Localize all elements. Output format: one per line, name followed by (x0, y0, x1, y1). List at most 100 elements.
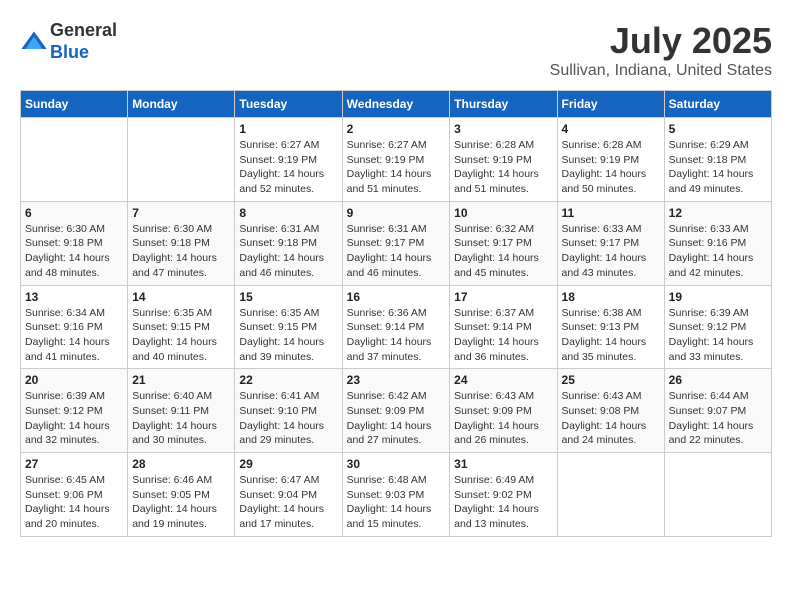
day-info: Sunrise: 6:28 AM Sunset: 9:19 PM Dayligh… (562, 138, 660, 197)
day-info: Sunrise: 6:47 AM Sunset: 9:04 PM Dayligh… (239, 473, 337, 532)
day-number: 26 (669, 373, 767, 387)
day-number: 20 (25, 373, 123, 387)
calendar-cell: 27Sunrise: 6:45 AM Sunset: 9:06 PM Dayli… (21, 453, 128, 537)
day-number: 7 (132, 206, 230, 220)
day-of-week-header: Sunday (21, 91, 128, 118)
calendar-week-row: 6 Sunrise: 6:30 AM Sunset: 9:18 PM Daylig… (21, 201, 772, 285)
calendar-cell: 26 Sunrise: 6:44 AM Sunset: 9:07 PM Dayli… (664, 369, 771, 453)
calendar-cell: 24Sunrise: 6:43 AM Sunset: 9:09 PM Dayli… (450, 369, 557, 453)
day-info: Sunrise: 6:30 AM Sunset: 9:18 PM Dayligh… (132, 222, 230, 281)
day-info: Sunrise: 6:43 AM Sunset: 9:09 PM Dayligh… (454, 389, 552, 448)
calendar-cell: 8 Sunrise: 6:31 AM Sunset: 9:18 PM Daylig… (235, 201, 342, 285)
day-number: 1 (239, 122, 337, 136)
calendar-cell: 21 Sunrise: 6:40 AM Sunset: 9:11 PM Dayli… (128, 369, 235, 453)
page-header: General Blue July 2025 Sullivan, Indiana… (20, 20, 772, 80)
day-info: Sunrise: 6:27 AM Sunset: 9:19 PM Dayligh… (347, 138, 446, 197)
calendar-cell: 1Sunrise: 6:27 AM Sunset: 9:19 PM Daylig… (235, 118, 342, 202)
day-number: 29 (239, 457, 337, 471)
calendar-cell: 23Sunrise: 6:42 AM Sunset: 9:09 PM Dayli… (342, 369, 450, 453)
day-of-week-header: Wednesday (342, 91, 450, 118)
calendar-cell: 18Sunrise: 6:38 AM Sunset: 9:13 PM Dayli… (557, 285, 664, 369)
calendar-week-row: 27Sunrise: 6:45 AM Sunset: 9:06 PM Dayli… (21, 453, 772, 537)
title-section: July 2025 Sullivan, Indiana, United Stat… (550, 20, 772, 80)
day-info: Sunrise: 6:31 AM Sunset: 9:18 PM Dayligh… (239, 222, 337, 281)
day-info: Sunrise: 6:41 AM Sunset: 9:10 PM Dayligh… (239, 389, 337, 448)
day-info: Sunrise: 6:36 AM Sunset: 9:14 PM Dayligh… (347, 306, 446, 365)
day-info: Sunrise: 6:31 AM Sunset: 9:17 PM Dayligh… (347, 222, 446, 281)
calendar-cell: 10 Sunrise: 6:32 AM Sunset: 9:17 PM Dayli… (450, 201, 557, 285)
calendar-cell: 5 Sunrise: 6:29 AM Sunset: 9:18 PM Daylig… (664, 118, 771, 202)
day-info: Sunrise: 6:48 AM Sunset: 9:03 PM Dayligh… (347, 473, 446, 532)
day-info: Sunrise: 6:37 AM Sunset: 9:14 PM Dayligh… (454, 306, 552, 365)
main-title: July 2025 (550, 20, 772, 62)
day-info: Sunrise: 6:32 AM Sunset: 9:17 PM Dayligh… (454, 222, 552, 281)
day-number: 4 (562, 122, 660, 136)
calendar-cell: 13Sunrise: 6:34 AM Sunset: 9:16 PM Dayli… (21, 285, 128, 369)
calendar-cell: 2 Sunrise: 6:27 AM Sunset: 9:19 PM Daylig… (342, 118, 450, 202)
subtitle: Sullivan, Indiana, United States (550, 62, 772, 80)
day-number: 18 (562, 290, 660, 304)
day-info: Sunrise: 6:44 AM Sunset: 9:07 PM Dayligh… (669, 389, 767, 448)
calendar-week-row: 20 Sunrise: 6:39 AM Sunset: 9:12 PM Dayli… (21, 369, 772, 453)
day-number: 25 (562, 373, 660, 387)
calendar-cell: 20 Sunrise: 6:39 AM Sunset: 9:12 PM Dayli… (21, 369, 128, 453)
logo: General Blue (20, 20, 117, 63)
calendar-header-row: SundayMondayTuesdayWednesdayThursdayFrid… (21, 91, 772, 118)
calendar-cell: 11 Sunrise: 6:33 AM Sunset: 9:17 PM Dayli… (557, 201, 664, 285)
day-number: 15 (239, 290, 337, 304)
day-info: Sunrise: 6:35 AM Sunset: 9:15 PM Dayligh… (239, 306, 337, 365)
day-of-week-header: Friday (557, 91, 664, 118)
day-of-week-header: Monday (128, 91, 235, 118)
day-number: 3 (454, 122, 552, 136)
logo-general: General (50, 20, 117, 42)
day-number: 22 (239, 373, 337, 387)
day-of-week-header: Thursday (450, 91, 557, 118)
day-info: Sunrise: 6:46 AM Sunset: 9:05 PM Dayligh… (132, 473, 230, 532)
day-info: Sunrise: 6:39 AM Sunset: 9:12 PM Dayligh… (25, 389, 123, 448)
day-info: Sunrise: 6:42 AM Sunset: 9:09 PM Dayligh… (347, 389, 446, 448)
day-info: Sunrise: 6:40 AM Sunset: 9:11 PM Dayligh… (132, 389, 230, 448)
day-info: Sunrise: 6:30 AM Sunset: 9:18 PM Dayligh… (25, 222, 123, 281)
day-of-week-header: Saturday (664, 91, 771, 118)
day-of-week-header: Tuesday (235, 91, 342, 118)
day-info: Sunrise: 6:35 AM Sunset: 9:15 PM Dayligh… (132, 306, 230, 365)
calendar-week-row: 13Sunrise: 6:34 AM Sunset: 9:16 PM Dayli… (21, 285, 772, 369)
calendar-cell: 19Sunrise: 6:39 AM Sunset: 9:12 PM Dayli… (664, 285, 771, 369)
day-number: 28 (132, 457, 230, 471)
calendar-cell: 6 Sunrise: 6:30 AM Sunset: 9:18 PM Daylig… (21, 201, 128, 285)
day-number: 14 (132, 290, 230, 304)
day-info: Sunrise: 6:49 AM Sunset: 9:02 PM Dayligh… (454, 473, 552, 532)
day-number: 30 (347, 457, 446, 471)
day-number: 27 (25, 457, 123, 471)
day-number: 2 (347, 122, 446, 136)
day-info: Sunrise: 6:34 AM Sunset: 9:16 PM Dayligh… (25, 306, 123, 365)
day-info: Sunrise: 6:33 AM Sunset: 9:17 PM Dayligh… (562, 222, 660, 281)
day-info: Sunrise: 6:29 AM Sunset: 9:18 PM Dayligh… (669, 138, 767, 197)
day-number: 10 (454, 206, 552, 220)
calendar-cell (557, 453, 664, 537)
day-number: 8 (239, 206, 337, 220)
day-info: Sunrise: 6:33 AM Sunset: 9:16 PM Dayligh… (669, 222, 767, 281)
calendar-cell: 16 Sunrise: 6:36 AM Sunset: 9:14 PM Dayli… (342, 285, 450, 369)
calendar-cell: 7 Sunrise: 6:30 AM Sunset: 9:18 PM Daylig… (128, 201, 235, 285)
day-info: Sunrise: 6:43 AM Sunset: 9:08 PM Dayligh… (562, 389, 660, 448)
calendar-cell: 25 Sunrise: 6:43 AM Sunset: 9:08 PM Dayli… (557, 369, 664, 453)
calendar-body: 1 Sunrise: 6:27 AM Sunset: 9:19 PM Daylig… (21, 118, 772, 537)
calendar-cell: 22 Sunrise: 6:41 AM Sunset: 9:10 PM Dayli… (235, 369, 342, 453)
day-number: 21 (132, 373, 230, 387)
calendar-cell (128, 118, 235, 202)
day-number: 11 (562, 206, 660, 220)
calendar-cell: 30 Sunrise: 6:48 AM Sunset: 9:03 PM Dayli… (342, 453, 450, 537)
calendar-cell: 29 Sunrise: 6:47 AM Sunset: 9:04 PM Dayli… (235, 453, 342, 537)
day-number: 16 (347, 290, 446, 304)
calendar-cell (664, 453, 771, 537)
calendar-cell: 15 Sunrise: 6:35 AM Sunset: 9:15 PM Dayli… (235, 285, 342, 369)
calendar-cell: 14 Sunrise: 6:35 AM Sunset: 9:15 PM Dayli… (128, 285, 235, 369)
logo-text: General Blue (50, 20, 117, 63)
day-number: 5 (669, 122, 767, 136)
calendar-cell: 9Sunrise: 6:31 AM Sunset: 9:17 PM Daylig… (342, 201, 450, 285)
day-number: 12 (669, 206, 767, 220)
day-number: 6 (25, 206, 123, 220)
day-info: Sunrise: 6:39 AM Sunset: 9:12 PM Dayligh… (669, 306, 767, 365)
calendar-cell: 17Sunrise: 6:37 AM Sunset: 9:14 PM Dayli… (450, 285, 557, 369)
